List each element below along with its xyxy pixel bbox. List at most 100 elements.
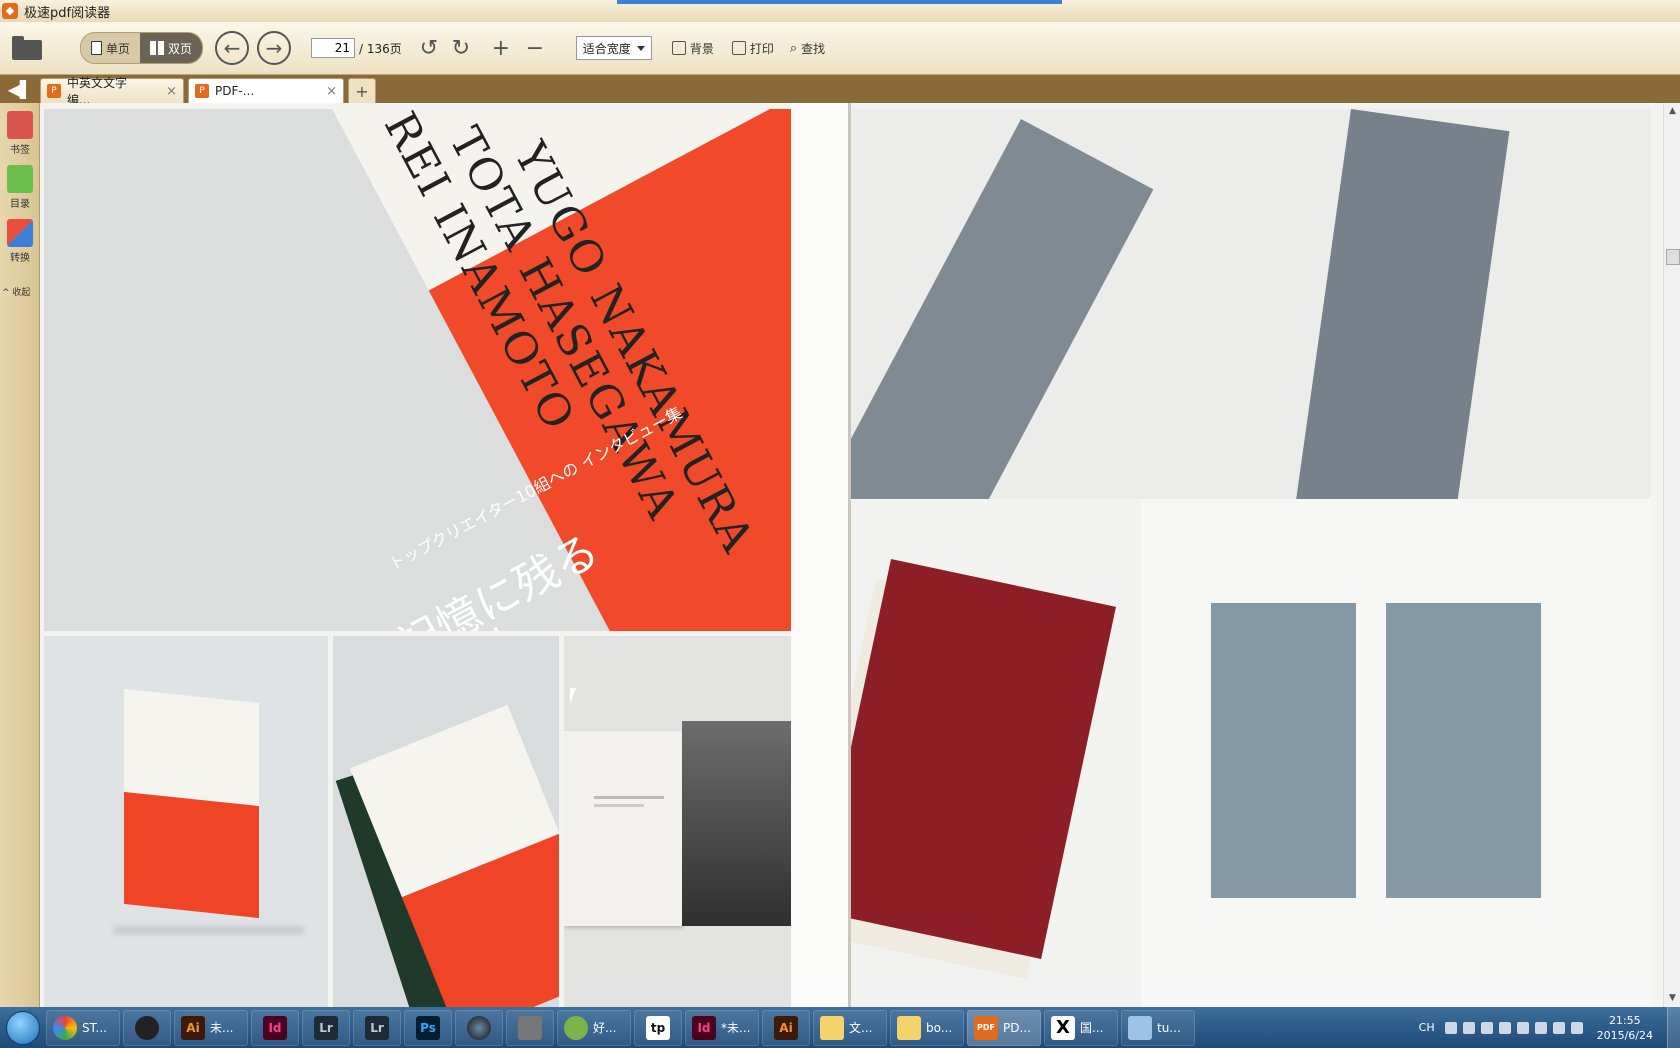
view-mode-toggle: 单页 双页 bbox=[80, 32, 204, 64]
taskbar-item[interactable]: Id *未... bbox=[685, 1009, 759, 1046]
language-indicator[interactable]: CH bbox=[1419, 1021, 1435, 1034]
show-desktop-button[interactable] bbox=[1667, 1007, 1680, 1048]
next-page-button[interactable]: → bbox=[257, 31, 292, 65]
keyboard-icon[interactable] bbox=[1444, 1021, 1457, 1034]
print-button[interactable]: 打印 bbox=[731, 40, 774, 57]
blue-card bbox=[1211, 603, 1356, 898]
scroll-down-icon[interactable]: ▼ bbox=[1664, 990, 1680, 1007]
loading-bar bbox=[617, 0, 1062, 4]
sidebar-item-label: 目录 bbox=[10, 199, 30, 210]
taskbar-item[interactable]: tp bbox=[634, 1009, 682, 1046]
taskbar-item[interactable]: Lr bbox=[302, 1009, 350, 1046]
rotate-left-icon: ↺ bbox=[419, 35, 439, 61]
find-label: 查找 bbox=[801, 41, 826, 56]
battery-icon[interactable] bbox=[1480, 1021, 1493, 1034]
adobe-icon[interactable] bbox=[1498, 1021, 1511, 1034]
tab-document-2[interactable]: P PDF-... × bbox=[188, 78, 344, 103]
taskbar: ST... Ai 未... Id Lr Lr Ps 好... tp Id *未.… bbox=[0, 1007, 1680, 1048]
taskbar-item[interactable]: Ps bbox=[404, 1009, 452, 1046]
qq-icon bbox=[135, 1015, 159, 1040]
illustrator-icon: Ai bbox=[774, 1015, 798, 1040]
zoom-select[interactable]: 适合宽度 bbox=[575, 36, 652, 60]
shield-icon[interactable] bbox=[1516, 1021, 1529, 1034]
page-navigator: / 136页 bbox=[311, 38, 402, 58]
taskbar-item-label: PD... bbox=[1003, 1020, 1031, 1035]
taskbar-item[interactable] bbox=[506, 1009, 554, 1046]
taskbar-item[interactable]: 好... bbox=[557, 1009, 631, 1046]
double-page-button[interactable]: 双页 bbox=[140, 33, 203, 63]
toolbar: 单页 双页 ← → / 136页 ↺ ↻ + − 适合宽度 背景 打印 ⌕ 查找 bbox=[0, 22, 1680, 75]
total-pages-label: / 136页 bbox=[359, 41, 402, 56]
clock[interactable]: 21:55 2015/6/24 bbox=[1597, 1013, 1653, 1043]
document-viewer[interactable]: YUGO NAKAMURA TOTA HASEGAWA REI INAMOTO … bbox=[40, 103, 1663, 1007]
speaker-icon[interactable] bbox=[1570, 1021, 1583, 1034]
find-button[interactable]: ⌕ 查找 bbox=[790, 40, 825, 57]
collapse-left-icon: ◀▌ bbox=[7, 79, 33, 99]
single-page-label: 单页 bbox=[106, 41, 131, 56]
pdf-page-left: YUGO NAKAMURA TOTA HASEGAWA REI INAMOTO … bbox=[40, 103, 791, 1007]
sidebar-collapse-button[interactable]: ^ 收起 bbox=[2, 285, 30, 298]
scroll-thumb[interactable] bbox=[1666, 249, 1680, 265]
grey-strip bbox=[1292, 109, 1510, 499]
help-icon[interactable] bbox=[1462, 1021, 1475, 1034]
zoom-in-button[interactable]: + bbox=[488, 36, 514, 61]
page-number-input[interactable] bbox=[311, 38, 356, 58]
single-page-button[interactable]: 单页 bbox=[81, 33, 140, 63]
x-icon: X bbox=[1051, 1015, 1075, 1040]
previous-page-button[interactable]: ← bbox=[215, 31, 250, 65]
open-folder-button[interactable] bbox=[10, 34, 44, 62]
indesign-icon: Id bbox=[692, 1015, 716, 1040]
taskbar-item-label: tu... bbox=[1157, 1020, 1181, 1035]
left-sidebar: 书签 目录 转换 ^ 收起 bbox=[0, 103, 40, 1007]
sidebar-item-bookmarks[interactable]: 书签 bbox=[4, 111, 36, 156]
chevron-down-icon bbox=[636, 45, 645, 51]
vertical-scrollbar[interactable]: ▲ ▼ bbox=[1663, 103, 1680, 1007]
taskbar-item-label: 好... bbox=[593, 1021, 617, 1035]
volume-icon[interactable] bbox=[1534, 1021, 1547, 1034]
taskbar-item[interactable] bbox=[455, 1009, 503, 1046]
close-icon[interactable]: × bbox=[326, 84, 337, 99]
app-logo-icon: ◆ bbox=[2, 3, 18, 19]
sidebar-toggle-button[interactable]: ◀▌ bbox=[0, 75, 40, 103]
scroll-up-icon[interactable]: ▲ bbox=[1664, 103, 1680, 120]
background-icon bbox=[671, 41, 686, 55]
blue-card bbox=[1386, 603, 1541, 898]
folder-icon bbox=[12, 36, 42, 60]
taskbar-item[interactable]: Lr bbox=[353, 1009, 401, 1046]
sidebar-item-convert[interactable]: 转换 bbox=[4, 219, 36, 264]
sidebar-item-toc[interactable]: 目录 bbox=[4, 165, 36, 210]
page-gutter bbox=[791, 103, 851, 1007]
tp-icon: tp bbox=[646, 1015, 670, 1040]
taskbar-item[interactable]: Ai bbox=[762, 1009, 810, 1046]
letterpress-bookmarks-photo bbox=[851, 109, 1651, 499]
close-icon[interactable]: × bbox=[166, 84, 177, 99]
lightroom-icon: Lr bbox=[365, 1015, 389, 1040]
taskbar-item[interactable]: PDF PD... bbox=[967, 1009, 1041, 1046]
taskbar-item[interactable] bbox=[123, 1009, 171, 1046]
taskbar-item[interactable]: Id bbox=[251, 1009, 299, 1046]
taskbar-item[interactable]: 文... bbox=[813, 1009, 887, 1046]
new-tab-button[interactable]: + bbox=[348, 78, 376, 103]
zoom-out-button[interactable]: − bbox=[522, 36, 548, 61]
blue-cards-photo bbox=[1141, 499, 1651, 1007]
network-icon[interactable] bbox=[1552, 1021, 1565, 1034]
taskbar-item[interactable]: bo... bbox=[890, 1009, 964, 1046]
media-icon bbox=[467, 1015, 491, 1040]
taskbar-item[interactable]: X 国... bbox=[1044, 1009, 1118, 1046]
start-button[interactable] bbox=[0, 1007, 46, 1048]
single-page-icon bbox=[91, 41, 102, 55]
taskbar-item[interactable]: ST... bbox=[46, 1009, 120, 1046]
taskbar-item-label: *未... bbox=[721, 1021, 751, 1035]
tab-document-1[interactable]: P 中英文文字编... × bbox=[40, 76, 184, 107]
rotate-right-button[interactable]: ↻ bbox=[448, 36, 474, 61]
double-page-label: 双页 bbox=[168, 41, 193, 56]
rotate-left-button[interactable]: ↺ bbox=[416, 36, 442, 61]
book-cover-photo: YUGO NAKAMURA TOTA HASEGAWA REI INAMOTO … bbox=[44, 109, 791, 631]
clock-date: 2015/6/24 bbox=[1596, 1028, 1653, 1042]
taskbar-item[interactable]: tu... bbox=[1121, 1009, 1195, 1046]
background-button[interactable]: 背景 bbox=[671, 40, 714, 57]
image-icon bbox=[1128, 1015, 1152, 1040]
taskbar-item[interactable]: Ai 未... bbox=[174, 1009, 248, 1046]
arrow-right-icon: → bbox=[265, 36, 283, 60]
taskbar-item-label: bo... bbox=[926, 1020, 953, 1035]
